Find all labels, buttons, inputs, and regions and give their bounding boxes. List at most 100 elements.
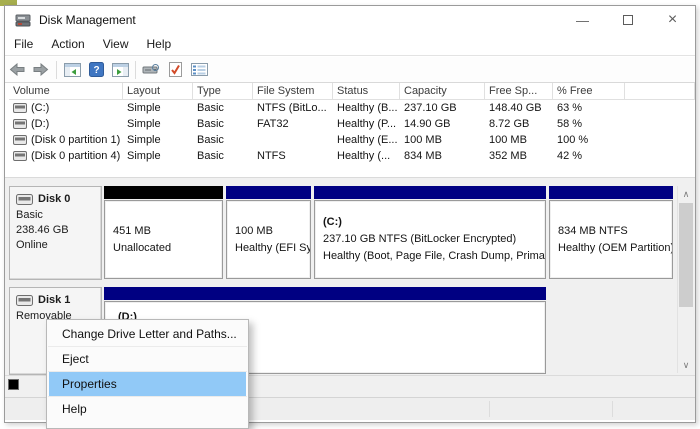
volume-pct-free: 58 % (557, 118, 583, 130)
scroll-up-icon[interactable]: ∧ (678, 186, 694, 202)
col-pct-free[interactable]: % Free (553, 83, 625, 100)
properties-list-icon[interactable] (187, 60, 211, 80)
volume-status: Healthy (E... (337, 134, 398, 146)
menu-item-change-drive-letter[interactable]: Change Drive Letter and Paths... (47, 322, 248, 346)
partition-color-bar (226, 186, 311, 199)
table-row[interactable]: (D:) Simple Basic FAT32 Healthy (P... 14… (5, 116, 695, 132)
volume-capacity: 834 MB (404, 150, 442, 162)
title-bar: Disk Management — × (5, 6, 695, 34)
volume-status: Healthy (... (337, 150, 391, 162)
back-icon[interactable] (5, 60, 29, 80)
scrollbar-thumb[interactable] (679, 203, 693, 307)
scroll-down-icon[interactable]: ∨ (678, 357, 694, 373)
col-capacity[interactable]: Capacity (400, 83, 485, 100)
col-type[interactable]: Type (193, 83, 253, 100)
disk-management-window: Disk Management — × File Action View Hel… (4, 5, 697, 429)
volume-name: (Disk 0 partition 4) (31, 150, 121, 162)
check-document-icon[interactable] (163, 60, 187, 80)
show-action-pane-icon[interactable] (108, 60, 132, 80)
volume-layout: Simple (127, 150, 161, 162)
table-row[interactable]: (Disk 0 partition 1) Simple Basic Health… (5, 132, 695, 148)
volume-capacity: 237.10 GB (404, 102, 457, 114)
table-row[interactable]: (Disk 0 partition 4) Simple Basic NTFS H… (5, 148, 695, 164)
partition-size: 100 MB (235, 224, 273, 237)
volume-list-header: Volume Layout Type File System Status Ca… (5, 83, 695, 100)
status-bar-divider (612, 401, 613, 417)
forward-icon[interactable] (29, 60, 53, 80)
partition-status: Healthy (Boot, Page File, Crash Dump, Pr… (323, 250, 546, 262)
toolbar-separator (56, 60, 57, 79)
close-button[interactable]: × (650, 6, 695, 34)
disk-tool-icon[interactable] (139, 60, 163, 80)
col-blank (625, 83, 695, 100)
partition-unallocated[interactable]: 451 MB Unallocated (104, 186, 223, 279)
menu-bar: File Action View Help (5, 34, 695, 56)
disk0-header[interactable]: Disk 0 Basic 238.46 GB Online (9, 186, 102, 280)
volume-fs: NTFS (BitLo... (257, 102, 327, 114)
partition-letter: (C:) (323, 216, 342, 228)
menu-file[interactable]: File (5, 34, 42, 55)
maximize-button[interactable] (605, 6, 650, 34)
volume-name: (C:) (31, 102, 50, 114)
vertical-scrollbar[interactable]: ∧ ∨ (677, 186, 694, 373)
partition-size: 451 MB (113, 224, 151, 237)
volume-layout: Simple (127, 118, 161, 130)
disk-icon (16, 194, 33, 205)
menu-item-eject[interactable]: Eject (47, 347, 248, 371)
volume-icon (13, 135, 27, 145)
svg-text:?: ? (93, 65, 99, 76)
col-file-system[interactable]: File System (253, 83, 333, 100)
volume-icon (13, 151, 27, 161)
volume-pct-free: 42 % (557, 150, 583, 162)
minimize-button[interactable]: — (560, 6, 605, 34)
menu-item-properties[interactable]: Properties (49, 372, 246, 396)
menu-action[interactable]: Action (42, 34, 93, 55)
partition-color-bar (104, 186, 223, 199)
volume-layout: Simple (127, 134, 161, 146)
volume-name: (Disk 0 partition 1) (31, 134, 121, 146)
volume-list: Volume Layout Type File System Status Ca… (5, 83, 695, 177)
col-volume[interactable]: Volume (9, 83, 123, 100)
col-status[interactable]: Status (333, 83, 400, 100)
volume-name: (D:) (31, 118, 50, 130)
show-console-tree-icon[interactable] (60, 60, 84, 80)
volume-icon (13, 103, 27, 113)
volume-type: Basic (197, 118, 224, 130)
status-bar-divider (489, 401, 490, 417)
partition-color-bar (314, 186, 546, 199)
menu-help[interactable]: Help (138, 34, 181, 55)
volume-capacity: 100 MB (404, 134, 442, 146)
disk0-row: Disk 0 Basic 238.46 GB Online 451 MB Una… (5, 186, 697, 280)
volume-icon (13, 119, 27, 129)
volume-pct-free: 63 % (557, 102, 583, 114)
col-layout[interactable]: Layout (123, 83, 193, 100)
partition-efi[interactable]: 100 MB Healthy (EFI Sy (226, 186, 311, 279)
partition-c[interactable]: (C:) 237.10 GB NTFS (BitLocker Encrypted… (314, 186, 546, 279)
window-controls: — × (560, 6, 695, 34)
volume-capacity: 14.90 GB (404, 118, 451, 130)
volume-fs: FAT32 (257, 118, 289, 130)
volume-free: 352 MB (489, 150, 527, 162)
close-icon: × (667, 11, 678, 28)
partition-status: Healthy (EFI Sy (235, 241, 311, 254)
partition-oem[interactable]: 834 MB NTFS Healthy (OEM Partition) (549, 186, 673, 279)
menu-item-help[interactable]: Help (47, 397, 248, 421)
volume-fs: NTFS (257, 150, 286, 162)
partition-status: Unallocated (113, 241, 172, 254)
menu-view[interactable]: View (94, 34, 138, 55)
partition-size: 834 MB NTFS (558, 224, 628, 237)
toolbar: ? (5, 57, 695, 83)
volume-status: Healthy (B... (337, 102, 398, 114)
col-free-space[interactable]: Free Sp... (485, 83, 553, 100)
app-icon (15, 14, 31, 26)
volume-type: Basic (197, 150, 224, 162)
volume-fs (253, 132, 333, 148)
disk-name: Disk 0 (38, 193, 71, 205)
window-title: Disk Management (39, 13, 136, 27)
toolbar-separator (135, 60, 136, 79)
table-row[interactable]: (C:) Simple Basic NTFS (BitLo... Healthy… (5, 100, 695, 116)
minimize-icon: — (576, 12, 589, 28)
help-icon[interactable]: ? (84, 60, 108, 80)
disk-status: Online (16, 239, 48, 251)
volume-free: 148.40 GB (489, 102, 542, 114)
